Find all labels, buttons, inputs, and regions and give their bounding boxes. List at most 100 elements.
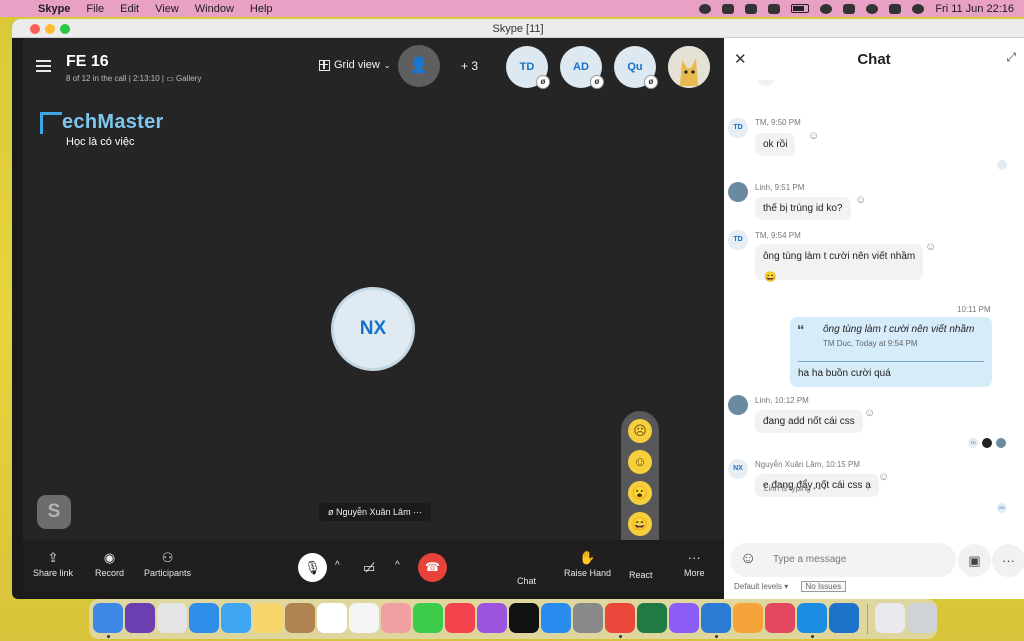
eye-icon[interactable]: [722, 3, 735, 14]
raise-hand-button[interactable]: ✋ Raise Hand: [564, 550, 611, 578]
message-bubble[interactable]: đang add nốt cái css: [755, 410, 863, 433]
contacts-icon[interactable]: [285, 603, 315, 633]
record-icon: ◉: [103, 550, 116, 565]
siri-icon[interactable]: [912, 3, 925, 14]
share-link-button[interactable]: ⇪ Share link: [33, 550, 73, 578]
calendar-icon[interactable]: [317, 603, 347, 633]
check-icon[interactable]: [768, 3, 781, 14]
record-button[interactable]: ◉ Record: [95, 550, 124, 578]
video-off-icon[interactable]: ▭̸: [363, 560, 375, 576]
more-icon: ···: [687, 550, 701, 565]
apple-tv-icon[interactable]: [509, 603, 539, 633]
speaker-name-chip[interactable]: ø Nguyễn Xuân Lâm ···: [319, 503, 432, 521]
issues-badge[interactable]: No Issues: [800, 581, 847, 592]
menu-app[interactable]: Skype: [38, 3, 70, 15]
more-button[interactable]: ··· More: [684, 550, 705, 578]
podcasts-icon[interactable]: [477, 603, 507, 633]
safari-icon[interactable]: [189, 603, 219, 633]
app-store-icon[interactable]: [541, 603, 571, 633]
running-indicator: [619, 635, 622, 638]
reaction-sad[interactable]: ☹: [628, 419, 652, 443]
mail-icon[interactable]: [221, 603, 251, 633]
menubar-clock[interactable]: Fri 11 Jun 22:16: [935, 3, 1014, 15]
speaker-more-icon[interactable]: ···: [413, 507, 422, 517]
photos-icon[interactable]: [381, 603, 411, 633]
participant-avatar-qu[interactable]: Qu ø: [614, 46, 658, 89]
default-levels-dropdown[interactable]: Default levels ▾: [734, 582, 788, 591]
call-header: FE 16 8 of 12 in the call | 2:13:10 | ▭ …: [23, 38, 724, 96]
add-reaction-icon[interactable]: ☺: [855, 194, 866, 206]
reaction-laugh[interactable]: ☺: [628, 450, 652, 474]
menu-view[interactable]: View: [155, 3, 179, 15]
menu-help[interactable]: Help: [250, 3, 273, 15]
message-avatar[interactable]: NX: [728, 459, 748, 479]
vscode-icon[interactable]: [701, 603, 731, 633]
more-participants-button[interactable]: + 3: [461, 59, 478, 73]
minus-icon[interactable]: [699, 3, 712, 14]
mic-options-chevron-icon[interactable]: ^: [335, 560, 340, 571]
reaction-surprised[interactable]: 😮: [628, 481, 652, 505]
siri-icon[interactable]: [125, 603, 155, 633]
participant-avatar-photo[interactable]: [668, 46, 710, 88]
more-options-button[interactable]: ···: [992, 544, 1024, 577]
trash-icon[interactable]: [907, 603, 937, 633]
finder-icon[interactable]: [93, 603, 123, 633]
chrome-icon[interactable]: [605, 603, 635, 633]
document-icon[interactable]: [875, 603, 905, 633]
chat-button[interactable]: ▤ Chat: [517, 550, 1024, 586]
message-bubble[interactable]: ông tùng làm t cười nên viết nhầm: [755, 244, 924, 280]
media-gallery-button[interactable]: ▣: [958, 544, 991, 577]
add-people-button[interactable]: 👤: [398, 45, 440, 87]
flag-icon[interactable]: [745, 3, 758, 14]
add-reaction-icon[interactable]: ☺: [878, 471, 889, 483]
video-options-chevron-icon[interactable]: ^: [395, 560, 400, 571]
message-bubble[interactable]: ok rồi: [755, 133, 796, 156]
add-reaction-icon[interactable]: ☺: [864, 407, 875, 419]
launchpad-icon[interactable]: [157, 603, 187, 633]
reaction-smile[interactable]: 😄: [628, 512, 652, 536]
notes-icon[interactable]: [253, 603, 283, 633]
react-button[interactable]: React: [629, 570, 653, 580]
menu-edit[interactable]: Edit: [120, 3, 139, 15]
wifi-icon[interactable]: [820, 3, 833, 14]
read-receipt: [982, 438, 992, 448]
system-preferences-icon[interactable]: [573, 603, 603, 633]
microphone-button[interactable]: 🎙: [298, 553, 327, 582]
excel-icon[interactable]: [637, 603, 667, 633]
grid-view-button[interactable]: Grid view ⌄: [319, 59, 391, 71]
skype-icon[interactable]: [797, 603, 827, 633]
menu-file[interactable]: File: [86, 3, 104, 15]
message-avatar-photo[interactable]: [728, 395, 748, 415]
participant-avatar-td[interactable]: TD ø: [506, 46, 550, 89]
main-speaker-avatar[interactable]: NX: [331, 287, 415, 371]
messages-icon[interactable]: [413, 603, 443, 633]
lips-app-icon[interactable]: [765, 603, 795, 633]
add-reaction-icon[interactable]: ☺: [808, 130, 819, 142]
keyboard-icon[interactable]: [843, 3, 856, 14]
add-reaction-icon[interactable]: ☺: [925, 241, 936, 253]
message-bubble[interactable]: thế bị trùng id ko?: [755, 197, 851, 220]
message-meta: Linh, 10:12 PM: [755, 396, 809, 405]
slack-icon[interactable]: [733, 603, 763, 633]
music-icon[interactable]: [445, 603, 475, 633]
message-input[interactable]: Type a message: [773, 554, 846, 565]
emoji-icon[interactable]: ☺: [740, 550, 756, 568]
control-center-icon[interactable]: [889, 3, 902, 14]
expand-icon[interactable]: ⤢: [1006, 50, 1016, 65]
participant-avatar-ad[interactable]: AD ø: [560, 46, 604, 89]
messenger-icon[interactable]: [669, 603, 699, 633]
gallery-label[interactable]: Gallery: [176, 74, 201, 83]
message-avatar[interactable]: TD: [728, 230, 748, 250]
participants-button[interactable]: ⚇ Participants: [144, 550, 191, 578]
hang-up-button[interactable]: ☎: [418, 553, 447, 582]
hamburger-menu-icon[interactable]: [36, 60, 51, 72]
search-icon[interactable]: [866, 3, 879, 14]
message-avatar[interactable]: TD: [728, 118, 748, 138]
quoted-reply-bubble[interactable]: “ ông tùng làm t cười nên viết nhầm TM D…: [790, 317, 992, 387]
battery-icon[interactable]: [791, 4, 810, 13]
teamviewer-icon[interactable]: [829, 603, 859, 633]
laugh-reaction-icon[interactable]: 😄: [764, 272, 776, 283]
menu-window[interactable]: Window: [195, 3, 234, 15]
message-avatar-photo[interactable]: [728, 182, 748, 202]
reminders-icon[interactable]: [349, 603, 379, 633]
